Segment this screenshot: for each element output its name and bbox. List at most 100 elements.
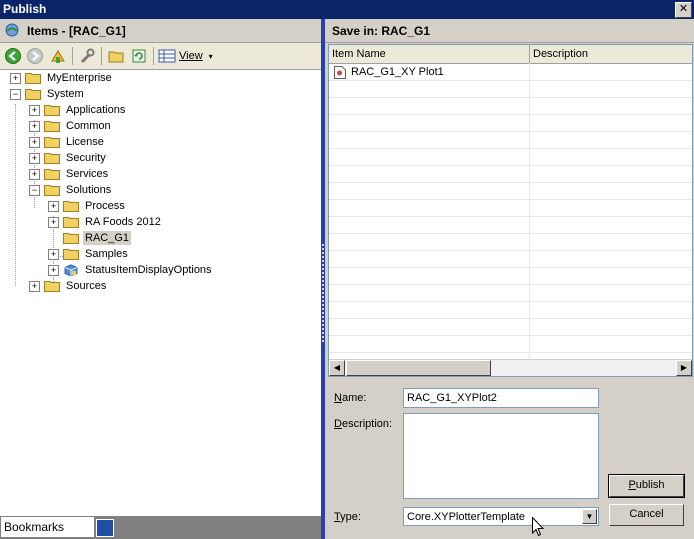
tree-node-applications[interactable]: + Applications [29,102,127,118]
tree-node-label: Applications [66,104,126,116]
splitter-grip[interactable] [322,244,324,344]
scroll-left-button[interactable]: ◀ [329,360,345,376]
save-in-header: Save in: RAC_G1 [325,19,694,43]
tree-node-label: Process [85,200,125,212]
empty-row [329,268,692,285]
new-folder-button[interactable] [107,47,125,65]
properties-button[interactable] [78,47,96,65]
publish-button[interactable]: Publish [608,474,685,498]
expand-icon[interactable]: + [10,72,21,84]
tree-node-common[interactable]: + Common [29,118,113,134]
scroll-left-icon: ◀ [333,363,341,372]
column-header-item-name[interactable]: Item Name [329,45,530,63]
items-toolbar: View ▾ [0,43,321,70]
toolbar-separator [101,47,102,65]
forward-button[interactable] [26,47,44,65]
tree-node-myenterprise[interactable]: + MyEnterprise [10,70,114,86]
scroll-thumb[interactable] [346,360,491,376]
tree-node-solutions[interactable]: − Solutions [29,182,113,198]
collapse-icon[interactable]: − [29,184,40,196]
expand-icon[interactable]: + [48,248,59,260]
empty-row [329,183,692,200]
tree-node-label: Sources [66,280,107,292]
tree-node-label: Services [66,168,109,180]
window-title: Publish [3,2,47,16]
type-dropdown-button[interactable]: ▼ [582,509,597,524]
expand-icon[interactable]: + [48,264,59,276]
publish-form: Name: Description: Type: Core.XYPlotterT… [325,377,694,539]
tree-node-license[interactable]: + License [29,134,106,150]
expand-icon[interactable]: + [29,136,40,148]
folder-icon [108,51,124,63]
empty-row [329,319,692,336]
tree-node-services[interactable]: + Services [29,166,110,182]
name-label-rest: ame: [341,392,367,404]
table-row[interactable]: RAC_G1_XY Plot1 [329,64,692,81]
expand-icon[interactable]: + [48,216,59,228]
cancel-button[interactable]: Cancel [609,504,684,526]
name-input[interactable] [403,388,599,408]
scroll-right-icon: ▶ [680,363,688,372]
tree-node-sources[interactable]: + Sources [29,278,108,294]
mouse-cursor-icon [532,517,544,537]
forward-arrow-icon [27,48,43,64]
expand-icon[interactable]: + [29,120,40,132]
tree-node-label: StatusItemDisplayOptions [85,264,212,276]
bookmarks-bar: Bookmarks [0,516,321,539]
tree-node-security[interactable]: + Security [29,150,108,166]
empty-row [329,336,692,353]
items-globe-icon [5,23,19,37]
column-header-description[interactable]: Description [530,45,692,63]
expand-icon[interactable]: + [29,152,40,164]
items-header-title: Items - [RAC_G1] [27,24,126,38]
back-button[interactable] [4,47,22,65]
tree-node-ra-foods-2012[interactable]: + RA Foods 2012 [48,214,163,230]
tree-connector [15,104,16,286]
refresh-button[interactable] [130,47,148,65]
tree-node-process[interactable]: + Process [48,198,127,214]
tree-node-label-selected: RAC_G1 [83,231,132,245]
collapse-icon[interactable]: − [10,88,21,100]
empty-row [329,200,692,217]
tree-node-samples[interactable]: + Samples [48,246,130,262]
bookmark-icon[interactable] [96,519,114,537]
folder-icon [44,281,60,292]
folder-icon [44,137,60,148]
empty-row [329,115,692,132]
folder-icon [25,89,41,100]
description-input[interactable] [403,413,599,499]
toolbar-separator [153,47,154,65]
type-select-value: Core.XYPlotterTemplate [407,511,525,523]
up-folder-button[interactable] [49,47,67,65]
items-header: Items - [RAC_G1] [0,19,321,43]
view-menu-button[interactable]: View ▾ [158,47,213,65]
bookmarks-tab[interactable]: Bookmarks [0,516,95,538]
tree-node-label: Samples [85,248,128,260]
expand-icon[interactable]: + [48,200,59,212]
close-button[interactable]: ✕ [675,2,692,18]
document-icon [334,65,346,79]
expand-icon[interactable]: + [29,280,40,292]
expand-icon[interactable]: + [29,168,40,180]
chevron-down-icon: ▼ [585,512,594,521]
scroll-right-button[interactable]: ▶ [676,360,692,376]
expand-icon[interactable]: + [29,104,40,116]
horizontal-scrollbar[interactable]: ◀ ▶ [329,359,692,376]
tree-node-statusitemdisplayoptions[interactable]: + StatusItemDisplayOptions [48,262,214,278]
tree-node-system[interactable]: − System [10,86,86,102]
tree-node-label: RA Foods 2012 [85,216,161,228]
folder-icon [63,217,79,228]
item-tree: + MyEnterprise − System + Applications +… [0,70,321,516]
folder-icon [44,121,60,132]
title-bar: Publish ✕ [0,0,694,19]
folder-icon [44,153,60,164]
tree-node-label: Common [66,120,111,132]
type-select[interactable]: Core.XYPlotterTemplate ▼ [403,507,599,526]
tree-node-rac-g1[interactable]: RAC_G1 [48,230,132,246]
name-label-accel: N [334,392,342,404]
description-label-accel: D [334,418,342,430]
items-grid: Item Name Description RAC_G1_XY Plot1 ◀ [328,44,693,377]
empty-row [329,234,692,251]
empty-row [329,166,692,183]
folder-icon [44,105,60,116]
